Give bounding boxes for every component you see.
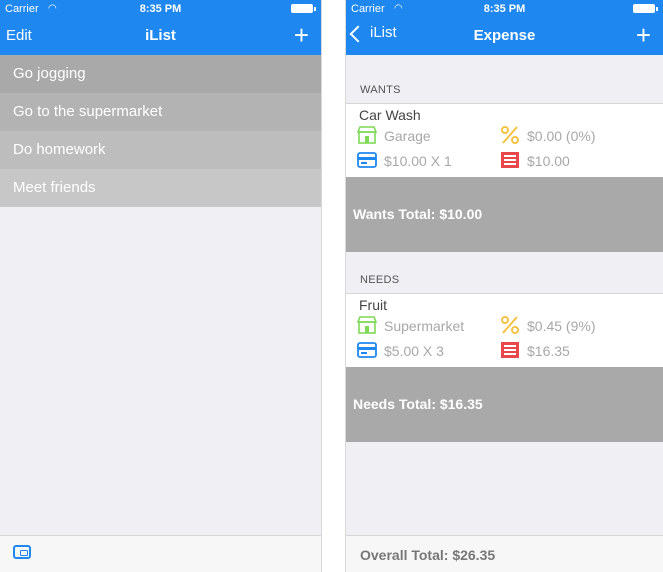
section-header-wants: WANTS (360, 84, 401, 96)
wants-total: Wants Total: $10.00 (346, 177, 663, 252)
item-name: Fruit (359, 297, 387, 313)
toolbar (0, 535, 321, 572)
section-header-needs: NEEDS (360, 274, 400, 286)
item-place: Garage (384, 128, 431, 144)
clock: 8:35 PM (139, 3, 182, 15)
item-subtotal: $10.00 (527, 153, 570, 169)
nav-bar: Carrier ◠ 8:35 PM Edit iList + (0, 0, 321, 55)
card-icon (357, 342, 377, 358)
list-icon (501, 342, 519, 358)
battery-icon (291, 4, 316, 13)
expense-screen: Carrier ◠ 8:35 PM iList Expense + WANTS … (346, 0, 663, 572)
item-discount: $0.00 (0%) (527, 128, 596, 144)
add-button[interactable]: + (294, 22, 309, 48)
needs-total: Needs Total: $16.35 (346, 367, 663, 442)
wants-total-label: Wants Total: $10.00 (353, 206, 483, 222)
clock: 8:35 PM (483, 3, 526, 15)
list-item[interactable]: Meet friends (0, 169, 321, 207)
item-discount: $0.45 (9%) (527, 318, 596, 334)
overall-total-bar: Overall Total: $26.35 (346, 535, 663, 572)
item-unit-price: $5.00 X 3 (384, 343, 444, 359)
status-bar: Carrier ◠ 8:35 PM (0, 3, 321, 17)
percent-icon (501, 316, 519, 334)
expense-item[interactable]: Fruit Supermarket $0.45 (9%) $5.00 X 3 $… (346, 293, 663, 368)
ilist-screen: Carrier ◠ 8:35 PM Edit iList + Go joggin… (0, 0, 321, 572)
nav-bar: Carrier ◠ 8:35 PM iList Expense + (346, 0, 663, 55)
battery-icon (633, 4, 658, 13)
item-unit-price: $10.00 X 1 (384, 153, 452, 169)
wallet-icon[interactable] (13, 545, 31, 559)
card-icon (357, 152, 377, 168)
list-item[interactable]: Do homework (0, 131, 321, 169)
status-bar: Carrier ◠ 8:35 PM (346, 3, 663, 17)
item-name: Car Wash (359, 107, 421, 123)
percent-icon (501, 126, 519, 144)
page-title: Expense (473, 27, 536, 44)
store-icon (357, 126, 377, 144)
list-icon (501, 152, 519, 168)
list-item[interactable]: Go to the supermarket (0, 93, 321, 131)
store-icon (357, 316, 377, 334)
list: Go jogging Go to the supermarket Do home… (0, 55, 321, 207)
list-item[interactable]: Go jogging (0, 55, 321, 93)
divider (321, 0, 346, 572)
needs-total-label: Needs Total: $16.35 (353, 396, 483, 412)
add-button[interactable]: + (636, 22, 651, 48)
overall-total-label: Overall Total: $26.35 (360, 547, 496, 563)
page-title: iList (145, 27, 176, 44)
expense-item[interactable]: Car Wash Garage $0.00 (0%) $10.00 X 1 $1… (346, 103, 663, 178)
item-place: Supermarket (384, 318, 465, 334)
item-subtotal: $16.35 (527, 343, 570, 359)
